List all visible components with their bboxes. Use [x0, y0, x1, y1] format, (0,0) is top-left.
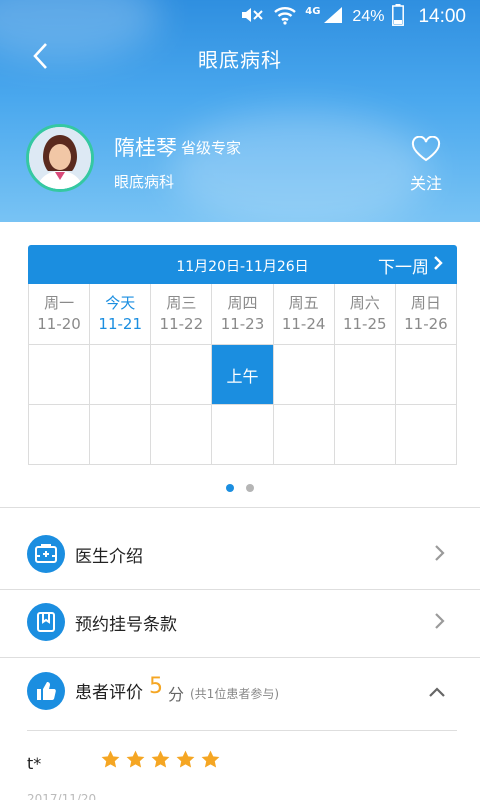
- day-name: 周日: [410, 294, 441, 312]
- booking-terms-label: 预约挂号条款: [75, 615, 177, 635]
- empty-slot: [90, 345, 152, 405]
- empty-slot: [151, 345, 213, 405]
- signal-icon: [322, 5, 344, 29]
- clock: 14:00: [418, 6, 466, 27]
- chevron-right-icon: [433, 255, 443, 276]
- schedule-table: 11月20日-11月26日 下一周 周一 11-20 今天 11-21 周三 11-22 周…: [28, 245, 457, 465]
- star-icon: [175, 749, 196, 774]
- day-date: 11-23: [220, 315, 265, 333]
- day-header: 周五 11-24: [273, 284, 335, 345]
- doctor-profile: 隋桂琴 省级专家 眼底病科 关注: [26, 124, 466, 194]
- chevron-right-icon: [434, 544, 446, 566]
- review-score: 5: [149, 674, 163, 699]
- star-icon: [200, 749, 221, 774]
- follow-button[interactable]: 关注: [404, 135, 448, 194]
- star-icon: [125, 749, 146, 774]
- day-date: 11-26: [404, 315, 448, 333]
- day-name: 今天: [105, 294, 136, 312]
- status-bar: 4G 24% 14:00: [0, 0, 480, 34]
- nav-bar: 眼底病科: [0, 34, 480, 82]
- empty-slot: [90, 405, 152, 465]
- doctor-name: 隋桂琴: [114, 136, 177, 160]
- reviewer-name: t*: [27, 754, 42, 773]
- star-icon: [100, 749, 121, 774]
- day-date: 11-25: [342, 315, 387, 333]
- page-title: 眼底病科: [198, 48, 282, 72]
- divider: [0, 507, 480, 508]
- avatar: [26, 124, 94, 192]
- empty-slot: [273, 405, 335, 465]
- day-date: 11-21: [98, 315, 142, 333]
- day-date: 11-24: [281, 315, 326, 333]
- day-name: 周一: [44, 294, 75, 312]
- day-header: 周一 11-20: [29, 284, 91, 345]
- battery-percent: 24%: [352, 8, 385, 25]
- day-header: 周四 11-23: [212, 284, 274, 345]
- network-type: 4G: [305, 5, 321, 17]
- review-count-note: (共1位患者参与): [190, 687, 279, 701]
- star-icon: [150, 749, 171, 774]
- next-week-button[interactable]: 下一周: [378, 253, 443, 278]
- reviews-label: 患者评价: [75, 683, 143, 703]
- doctor-intro-row[interactable]: 医生介绍: [0, 521, 480, 587]
- pager-dot[interactable]: [246, 484, 254, 492]
- day-date: 11-22: [159, 315, 204, 333]
- follow-label: 关注: [409, 174, 442, 193]
- doctor-card-icon: [27, 535, 65, 573]
- divider: [27, 730, 457, 731]
- day-name: 周三: [166, 294, 197, 312]
- mute-icon: [239, 5, 265, 29]
- wifi-icon: [273, 5, 297, 29]
- week-bar: 11月20日-11月26日 下一周: [28, 245, 457, 284]
- empty-slot: [151, 405, 213, 465]
- battery-icon: [392, 4, 405, 30]
- thumbs-up-icon: [27, 672, 65, 710]
- day-header: 周六 11-25: [334, 284, 396, 345]
- schedule-grid: 周一 11-20 今天 11-21 周三 11-22 周四 11-23 周五 11-24 周六 11-…: [28, 284, 457, 465]
- empty-slot: [29, 345, 91, 405]
- empty-slot: [334, 405, 396, 465]
- doctor-intro-label: 医生介绍: [75, 547, 143, 567]
- doctor-level: 省级专家: [181, 139, 242, 157]
- empty-slot: [334, 345, 396, 405]
- booking-terms-row[interactable]: 预约挂号条款: [0, 589, 480, 655]
- day-header: 周日 11-26: [395, 284, 457, 345]
- pager-dot[interactable]: [226, 484, 234, 492]
- review-stars: [100, 749, 221, 774]
- bookmark-icon: [27, 603, 65, 641]
- page-indicator: [0, 484, 480, 492]
- empty-slot: [212, 405, 274, 465]
- day-header: 周三 11-22: [151, 284, 213, 345]
- chevron-up-icon: [428, 683, 446, 702]
- heart-icon: [411, 135, 441, 166]
- doctor-department: 眼底病科: [114, 173, 175, 191]
- day-name: 周五: [288, 294, 319, 312]
- doctor-header: 4G 24% 14:00 眼底病科 隋桂琴 省级专家 眼底病科 关注: [0, 0, 480, 222]
- review-score-unit: 分: [168, 685, 185, 704]
- review-date: 2017/11/20: [27, 792, 97, 800]
- empty-slot: [29, 405, 91, 465]
- empty-slot: [273, 345, 335, 405]
- empty-slot: [395, 405, 457, 465]
- day-name: 周四: [227, 294, 258, 312]
- chevron-right-icon: [434, 612, 446, 634]
- available-slot[interactable]: 上午: [212, 345, 274, 405]
- next-week-label: 下一周: [378, 258, 429, 278]
- day-header: 今天 11-21: [90, 284, 152, 345]
- empty-slot: [395, 345, 457, 405]
- day-date: 11-20: [37, 315, 81, 333]
- day-name: 周六: [349, 294, 380, 312]
